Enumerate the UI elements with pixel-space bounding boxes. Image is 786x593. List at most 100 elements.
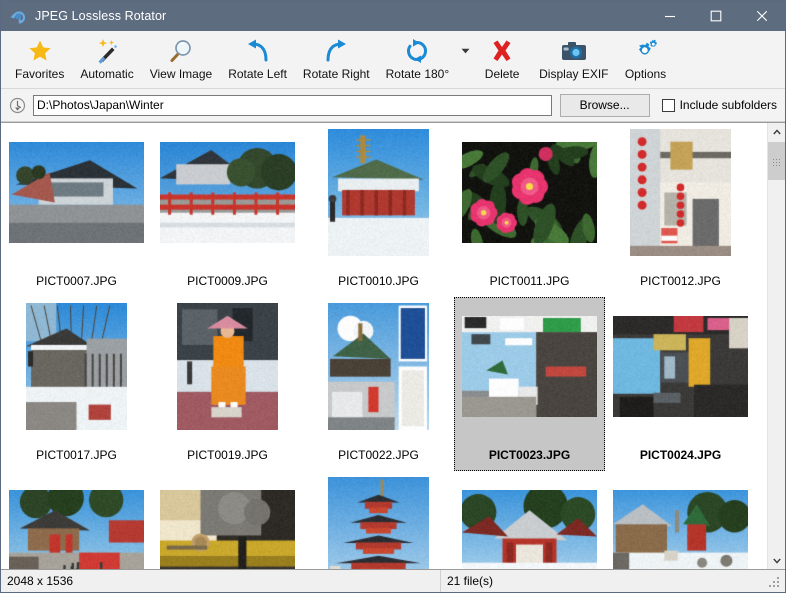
thumbnail-cell[interactable]: PICT0012.JPG [605,123,756,297]
toolbar-button-options[interactable]: Options [617,31,675,87]
thumbnail-image[interactable] [160,129,295,256]
toolbar-label: Rotate Right [303,67,370,81]
toolbar-label: Rotate Left [228,67,287,81]
magnifier-icon [168,36,194,66]
thumbnail-filename: PICT0011.JPG [490,274,570,288]
toolbar-button-rotate-left[interactable]: Rotate Left [220,31,295,87]
rotate-dropdown-button[interactable] [457,31,473,87]
clock-history-icon[interactable] [6,94,28,116]
thumbnail-image[interactable] [160,477,295,569]
thumbnail-cell[interactable]: PICT0025.JPG [1,471,152,569]
thumbnail-filename: PICT0019.JPG [187,448,268,462]
checkbox-box[interactable] [662,99,675,112]
thumbnail-cell[interactable]: PICT0027.JPG [303,471,454,569]
toolbar-button-view-image[interactable]: View Image [142,31,220,87]
toolbar-button-automatic[interactable]: Automatic [72,31,141,87]
rotate-right-icon [322,36,350,66]
thumbnail-cell[interactable]: PICT0009.JPG [152,123,303,297]
thumbnail-image[interactable] [160,303,295,430]
thumbnail-image[interactable] [9,129,144,256]
scroll-down-button[interactable] [768,552,785,569]
close-icon[interactable] [739,1,785,31]
toolbar-button-rotate-180[interactable]: Rotate 180° [378,31,458,87]
toolbar-button-delete[interactable]: Delete [473,31,531,87]
camera-icon [559,36,589,66]
toolbar: Favorites Automatic [1,31,785,89]
toolbar-label: Delete [485,67,520,81]
thumbnail-cell[interactable]: PICT0029.JPG [605,471,756,569]
toolbar-button-rotate-right[interactable]: Rotate Right [295,31,378,87]
thumbnail-cell[interactable]: PICT0024.JPG [605,297,756,471]
thumbnail-filename: PICT0010.JPG [338,274,419,288]
status-file-count: 21 file(s) [441,570,768,592]
vertical-scrollbar[interactable] [767,123,785,569]
thumbnail-filename: PICT0022.JPG [338,448,419,462]
toolbar-label: Automatic [80,67,133,81]
toolbar-button-favorites[interactable]: Favorites [7,31,72,87]
toolbar-label: View Image [150,67,212,81]
scrollbar-track[interactable] [768,140,785,552]
toolbar-label: Display EXIF [539,67,608,81]
thumbnail-cell[interactable]: PICT0028.JPG [454,471,605,569]
include-subfolders-label: Include subfolders [680,98,777,112]
thumbnail-image[interactable] [613,303,748,430]
chevron-down-icon [773,558,781,564]
thumbnail-filename: PICT0009.JPG [187,274,268,288]
thumbnail-image[interactable] [311,129,446,256]
thumbnail-image[interactable] [462,303,597,430]
status-dimensions: 2048 x 1536 [1,570,441,592]
thumbnail-image[interactable] [613,477,748,569]
app-window: JPEG Lossless Rotator Favorites [0,0,786,593]
thumbnail-filename: PICT0007.JPG [36,274,117,288]
thumbnail-filename: PICT0012.JPG [640,274,721,288]
red-x-icon [489,36,515,66]
window-controls [647,1,785,31]
thumbnail-image[interactable] [9,303,144,430]
window-title: JPEG Lossless Rotator [35,9,647,23]
thumbnail-image[interactable] [311,303,446,430]
thumbnail-cell[interactable]: PICT0019.JPG [152,297,303,471]
toolbar-label: Options [625,67,666,81]
rotate-app-icon [9,7,27,25]
include-subfolders-checkbox[interactable]: Include subfolders [662,98,777,112]
resize-grip-icon[interactable] [768,576,782,590]
rotate-left-icon [244,36,272,66]
thumbnail-pane[interactable]: PICT0007.JPG PICT0009.JPG PICT0010.JPG PICT… [1,123,767,569]
minimize-icon[interactable] [647,1,693,31]
thumbnail-image[interactable] [462,129,597,256]
thumbnail-grid: PICT0007.JPG PICT0009.JPG PICT0010.JPG PICT… [1,123,767,569]
title-bar: JPEG Lossless Rotator [1,1,785,31]
thumbnail-filename: PICT0023.JPG [489,448,570,462]
thumbnail-cell[interactable]: PICT0017.JPG [1,297,152,471]
thumbnail-cell[interactable]: PICT0022.JPG [303,297,454,471]
toolbar-label: Favorites [15,67,64,81]
path-bar: Browse... Include subfolders [1,89,785,122]
folder-path-input[interactable] [33,95,552,116]
thumbnail-image[interactable] [613,129,748,256]
thumbnail-image[interactable] [311,477,446,569]
thumbnail-cell[interactable]: PICT0007.JPG [1,123,152,297]
thumbnail-filename: PICT0017.JPG [36,448,117,462]
scroll-up-button[interactable] [768,123,785,140]
magic-wand-icon [94,36,120,66]
rotate-180-icon [404,36,430,66]
maximize-icon[interactable] [693,1,739,31]
thumbnail-cell[interactable]: PICT0010.JPG [303,123,454,297]
toolbar-button-display-exif[interactable]: Display EXIF [531,31,616,87]
content-area: PICT0007.JPG PICT0009.JPG PICT0010.JPG PICT… [1,122,785,569]
chevron-up-icon [773,129,781,135]
star-icon [27,36,53,66]
scrollbar-thumb[interactable] [768,142,785,180]
thumbnail-cell[interactable]: PICT0026.JPG [152,471,303,569]
thumbnail-filename: PICT0024.JPG [640,448,721,462]
browse-button[interactable]: Browse... [560,94,650,117]
thumbnail-cell[interactable]: PICT0011.JPG [454,123,605,297]
chevron-down-icon [461,48,470,54]
toolbar-label: Rotate 180° [386,67,450,81]
status-bar: 2048 x 1536 21 file(s) [1,569,785,592]
thumbnail-image[interactable] [462,477,597,569]
thumbnail-cell[interactable]: PICT0023.JPG [454,297,605,471]
scrollbar-grip-icon [772,158,781,165]
thumbnail-image[interactable] [9,477,144,569]
gears-icon [632,36,660,66]
